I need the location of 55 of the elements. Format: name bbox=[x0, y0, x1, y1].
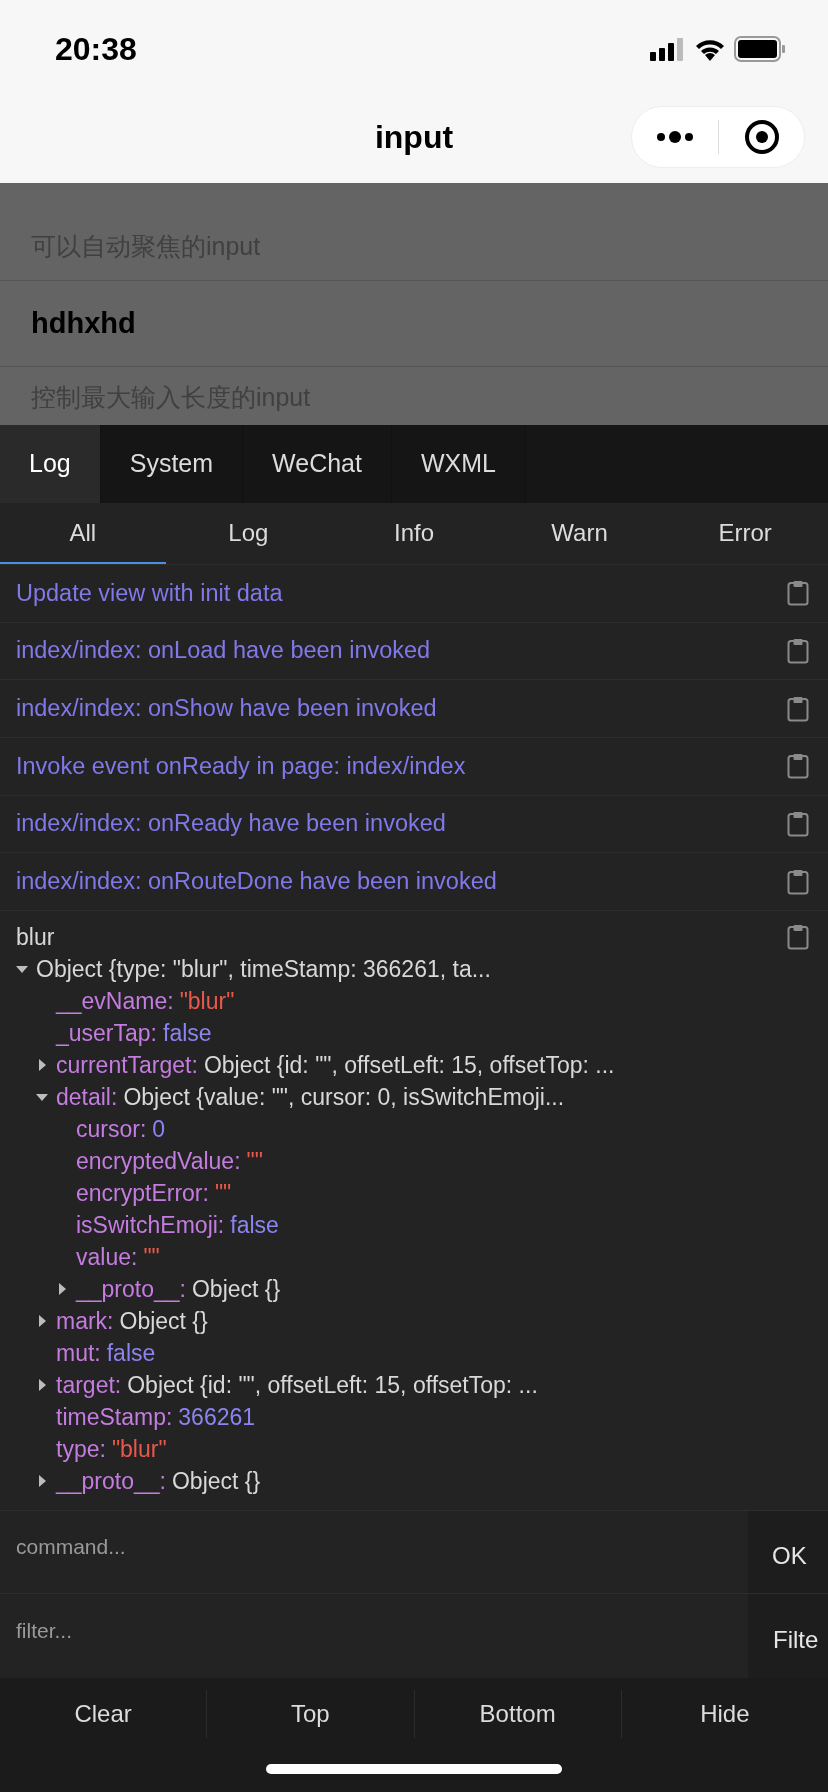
property-value: "" bbox=[143, 1242, 160, 1272]
clipboard-icon[interactable] bbox=[787, 810, 809, 837]
input-field[interactable]: hdhxhd bbox=[0, 280, 828, 367]
clipboard-icon[interactable] bbox=[787, 868, 809, 895]
property-value: "" bbox=[246, 1146, 263, 1176]
property-value: Object {id: "", offsetLeft: 15, offsetTop: ... bbox=[203, 1050, 615, 1080]
devtools-tab[interactable]: Log bbox=[0, 425, 101, 503]
property-value: false bbox=[106, 1338, 156, 1368]
property-value: 0 bbox=[152, 1114, 166, 1144]
property-value: Object {value: "", cursor: 0, isSwitchEmoji... bbox=[123, 1082, 565, 1112]
property-value: Object {id: "", offsetLeft: 15, offsetTop: ... bbox=[127, 1370, 538, 1400]
more-icon[interactable] bbox=[656, 131, 694, 143]
page-title: input bbox=[374, 117, 454, 157]
log-message: Update view with init data bbox=[16, 578, 283, 608]
clipboard-icon[interactable] bbox=[787, 923, 809, 950]
log-message: Invoke event onReady in page: index/index bbox=[16, 751, 466, 781]
log-message: index/index: onLoad have been invoked bbox=[16, 636, 431, 666]
property-value: "blur" bbox=[179, 986, 235, 1016]
filter-tab[interactable]: Warn bbox=[496, 503, 663, 564]
signal-icon bbox=[650, 37, 686, 61]
object-summary: Object {type: "blur", timeStamp: 366261, ta... bbox=[36, 954, 491, 984]
filter-tab[interactable]: Log bbox=[165, 503, 332, 564]
expand-arrow-icon[interactable] bbox=[36, 1314, 48, 1327]
property-value: Object {} bbox=[119, 1306, 208, 1336]
expand-arrow-icon[interactable] bbox=[36, 1378, 48, 1391]
property-value: Object {} bbox=[172, 1466, 261, 1496]
action-button[interactable]: Top bbox=[291, 1695, 330, 1732]
expand-arrow-icon[interactable] bbox=[36, 1058, 48, 1071]
status-time: 20:38 bbox=[55, 30, 137, 69]
action-button[interactable]: Clear bbox=[74, 1695, 132, 1732]
expand-arrow-icon[interactable] bbox=[56, 1282, 68, 1295]
clipboard-icon[interactable] bbox=[787, 580, 809, 607]
clipboard-icon[interactable] bbox=[787, 638, 809, 664]
filter-tab[interactable]: All bbox=[0, 503, 166, 564]
wifi-icon bbox=[694, 37, 726, 61]
log-message: blur bbox=[16, 922, 55, 952]
property-value: 366261 bbox=[178, 1402, 256, 1432]
apply-button[interactable]: Filte bbox=[748, 1593, 828, 1678]
action-button[interactable]: Hide bbox=[700, 1695, 750, 1732]
property-value: false bbox=[230, 1210, 279, 1240]
clipboard-icon[interactable] bbox=[787, 695, 809, 722]
log-message: index/index: onReady have been invoked bbox=[16, 809, 446, 839]
log-message: index/index: onShow have been invoked bbox=[16, 694, 437, 723]
property-value: "" bbox=[214, 1178, 232, 1208]
expand-arrow-icon[interactable] bbox=[36, 1474, 48, 1487]
property-value: false bbox=[163, 1018, 212, 1048]
log-message: index/index: onRouteDone have been invoked bbox=[16, 867, 497, 896]
ok-button[interactable]: OK bbox=[748, 1510, 828, 1593]
filter-tab[interactable]: Info bbox=[331, 503, 497, 564]
property-value: Object {} bbox=[192, 1274, 281, 1304]
battery-icon bbox=[734, 36, 786, 62]
clipboard-icon[interactable] bbox=[787, 753, 809, 780]
filter-tab[interactable]: Error bbox=[662, 503, 828, 564]
property-value: "blur" bbox=[111, 1434, 167, 1464]
action-button[interactable]: Bottom bbox=[479, 1695, 556, 1732]
